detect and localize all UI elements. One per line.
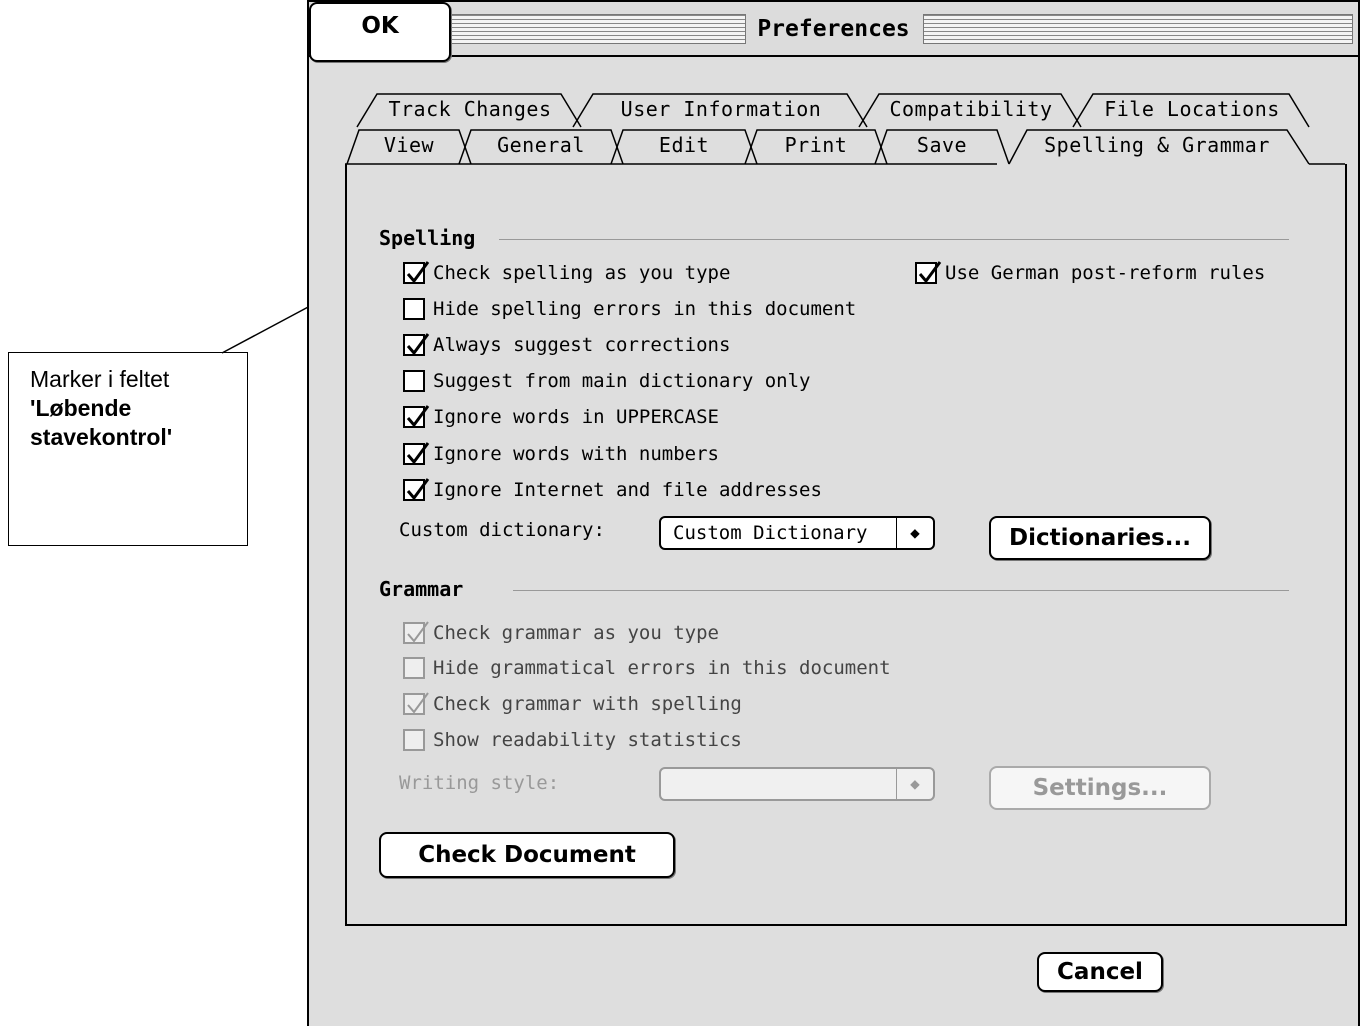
grammar-heading: Grammar xyxy=(379,577,464,601)
checkbox-box[interactable] xyxy=(403,298,425,320)
checkbox-box[interactable] xyxy=(403,333,430,356)
updown-arrows-icon: ◆ xyxy=(896,769,933,799)
settings-button[interactable]: Settings... xyxy=(989,766,1211,810)
checkbox-box[interactable] xyxy=(915,261,942,284)
callout-line-1: Marker i feltet xyxy=(30,366,170,392)
checkbox-ignore-numbers[interactable]: Ignore words with numbers xyxy=(403,441,719,467)
checkmark-icon xyxy=(407,692,429,714)
checkbox-ignore-uppercase[interactable]: Ignore words in UPPERCASE xyxy=(403,404,719,430)
checkbox-german-post-reform[interactable]: Use German post-reform rules xyxy=(915,260,1265,286)
checkmark-icon xyxy=(406,261,430,284)
checkmark-icon xyxy=(407,621,429,643)
callout-line-2: 'Løbende xyxy=(30,395,132,421)
tab-label: Compatibility xyxy=(889,97,1053,121)
ok-button[interactable]: OK xyxy=(309,2,451,62)
checkbox-box[interactable] xyxy=(403,405,430,428)
tab-label: File Locations xyxy=(1104,97,1280,121)
tab-label: Save xyxy=(916,133,968,157)
grammar-rule xyxy=(513,590,1289,591)
checkbox-label: Use German post-reform rules xyxy=(945,262,1266,284)
tab-file-locations[interactable]: File Locations xyxy=(1093,94,1291,126)
tab-edit[interactable]: Edit xyxy=(623,130,745,162)
checkbox-box[interactable] xyxy=(403,621,429,644)
ok-button-ring: OK xyxy=(309,2,451,62)
checkbox-label: Always suggest corrections xyxy=(433,334,731,356)
checkbox-label: Ignore words in UPPERCASE xyxy=(433,406,719,428)
checkmark-icon xyxy=(918,261,942,284)
tab-track-changes[interactable]: Track Changes xyxy=(377,94,563,126)
tab-label: General xyxy=(497,133,585,157)
checkbox-box[interactable] xyxy=(403,729,425,751)
tab-compatibility[interactable]: Compatibility xyxy=(879,94,1063,126)
tab-general[interactable]: General xyxy=(471,130,611,162)
tab-user-information[interactable]: User Information xyxy=(593,94,849,126)
checkbox-label: Ignore Internet and file addresses xyxy=(433,479,822,501)
checkbox-label: Suggest from main dictionary only xyxy=(433,370,811,392)
updown-arrows-icon: ◆ xyxy=(896,518,933,548)
checkbox-suggest-main-dictionary[interactable]: Suggest from main dictionary only xyxy=(403,368,811,394)
checkbox-label: Check spelling as you type xyxy=(433,262,731,284)
tab-view[interactable]: View xyxy=(359,130,459,162)
tab-label: View xyxy=(383,133,435,157)
tab-label: Print xyxy=(784,133,848,157)
check-document-button[interactable]: Check Document xyxy=(379,832,675,878)
checkbox-show-readability[interactable]: Show readability statistics xyxy=(403,727,742,753)
spelling-heading: Spelling xyxy=(379,226,476,250)
tab-save[interactable]: Save xyxy=(887,130,997,162)
spelling-grammar-panel: Spelling Check spelling as you type Hide… xyxy=(345,164,1347,926)
dictionaries-button[interactable]: Dictionaries... xyxy=(989,516,1211,560)
checkbox-box[interactable] xyxy=(403,442,430,465)
writing-style-popup[interactable]: ◆ xyxy=(659,767,935,801)
checkbox-check-grammar-with-spelling[interactable]: Check grammar with spelling xyxy=(403,691,742,717)
spelling-rule xyxy=(499,239,1289,240)
tab-label: Spelling & Grammar xyxy=(1044,133,1270,157)
custom-dictionary-popup[interactable]: Custom Dictionary ◆ xyxy=(659,516,935,550)
checkbox-box[interactable] xyxy=(403,370,425,392)
checkbox-check-grammar-as-you-type[interactable]: Check grammar as you type xyxy=(403,620,719,646)
checkbox-box[interactable] xyxy=(403,478,430,501)
checkmark-icon xyxy=(406,333,430,356)
preferences-window: Preferences Track Changes User Informati… xyxy=(307,0,1360,1026)
checkbox-label: Check grammar as you type xyxy=(433,622,719,644)
tab-print[interactable]: Print xyxy=(757,130,875,162)
checkbox-label: Hide grammatical errors in this document xyxy=(433,657,891,679)
checkbox-check-spelling-as-you-type[interactable]: Check spelling as you type xyxy=(403,260,730,286)
checkbox-box[interactable] xyxy=(403,692,429,715)
popup-value: Custom Dictionary xyxy=(673,522,868,544)
tab-label: Track Changes xyxy=(388,97,552,121)
callout-line-3: stavekontrol' xyxy=(30,424,173,450)
checkmark-icon xyxy=(406,478,430,501)
checkbox-label: Ignore words with numbers xyxy=(433,443,719,465)
checkbox-always-suggest-corrections[interactable]: Always suggest corrections xyxy=(403,332,730,358)
checkbox-label: Check grammar with spelling xyxy=(433,693,742,715)
checkmark-icon xyxy=(406,405,430,428)
annotation-callout: Marker i feltet 'Løbende stavekontrol' xyxy=(8,352,248,546)
writing-style-label: Writing style: xyxy=(399,772,560,794)
checkbox-label: Show readability statistics xyxy=(433,729,742,751)
tab-label: Edit xyxy=(658,133,710,157)
tab-spelling-grammar[interactable]: Spelling & Grammar xyxy=(1027,130,1287,162)
checkbox-hide-spelling-errors[interactable]: Hide spelling errors in this document xyxy=(403,296,856,322)
checkbox-ignore-internet-addresses[interactable]: Ignore Internet and file addresses xyxy=(403,477,822,503)
custom-dictionary-label: Custom dictionary: xyxy=(399,519,605,541)
tab-label: User Information xyxy=(620,97,822,121)
checkmark-icon xyxy=(406,442,430,465)
checkbox-label: Hide spelling errors in this document xyxy=(433,298,857,320)
checkbox-box[interactable] xyxy=(403,261,430,284)
cancel-button[interactable]: Cancel xyxy=(1037,952,1163,992)
checkbox-hide-grammatical-errors[interactable]: Hide grammatical errors in this document xyxy=(403,655,891,681)
checkbox-box[interactable] xyxy=(403,657,425,679)
